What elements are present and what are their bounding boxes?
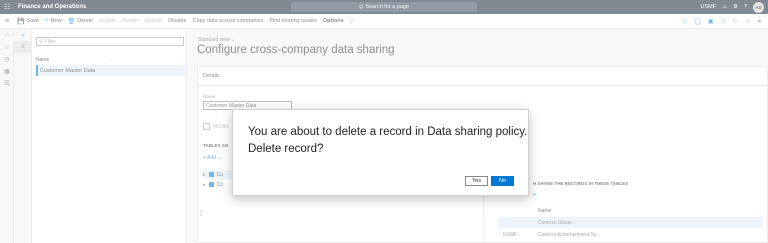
no-button[interactable]: No — [491, 176, 514, 186]
yes-button[interactable]: Yes — [465, 176, 488, 186]
dialog-message: You are about to delete a record in Data… — [248, 126, 528, 155]
delete-confirm-dialog: You are about to delete a record in Data… — [232, 109, 529, 196]
